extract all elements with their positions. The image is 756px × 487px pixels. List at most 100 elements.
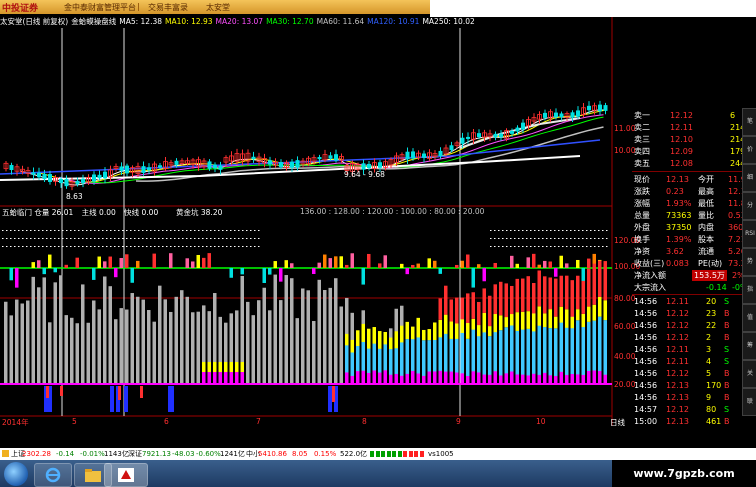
- ind1-bar-up: [565, 263, 569, 268]
- side-tab[interactable]: 指: [742, 276, 756, 304]
- ref-dot: [154, 230, 156, 231]
- ind2-gray-bar: [48, 322, 52, 384]
- ind2-cyan-bar: [493, 332, 497, 372]
- strength-segment: [386, 451, 391, 457]
- ind1-bar-up: [510, 255, 514, 268]
- ind2-yellow-bar: [229, 362, 233, 372]
- side-tab[interactable]: 笔: [742, 108, 756, 136]
- ind2-red-spike: [118, 386, 121, 400]
- candle-body: [317, 157, 322, 160]
- ref-dot: [6, 246, 8, 247]
- side-tab[interactable]: 关: [742, 360, 756, 388]
- tick-price: 12.12: [666, 321, 689, 330]
- ind2-gray-bar: [180, 290, 184, 384]
- ind2-magenta-bar: [235, 372, 239, 384]
- ref-dot: [194, 238, 196, 239]
- ind2-red-bar: [477, 301, 481, 326]
- ind2-yellow-bar: [345, 333, 349, 346]
- ind2-yellow-bar: [587, 306, 591, 322]
- ref-dot: [34, 246, 36, 247]
- ref-dot: [506, 230, 508, 231]
- ind2-cyan-bar: [565, 327, 569, 375]
- panel-divider: [632, 294, 756, 295]
- market-strength-bar: [370, 451, 426, 457]
- ind2-magenta-bar: [444, 371, 448, 384]
- ref-dot: [598, 230, 600, 231]
- menu-stock-name[interactable]: 太安堂: [206, 2, 230, 13]
- candle-body: [59, 178, 63, 184]
- tick-volume: 23: [706, 309, 717, 318]
- ref-dot: [86, 246, 88, 247]
- ind2-red-bar: [499, 281, 503, 316]
- sh-change: -0.14: [56, 450, 75, 458]
- ref-dot: [254, 238, 256, 239]
- ref-dot: [538, 238, 540, 239]
- side-tab[interactable]: 值: [742, 304, 756, 332]
- menu-trade-record[interactable]: 交易丰富录: [148, 2, 188, 13]
- tick-direction: B: [724, 333, 730, 342]
- side-tab[interactable]: 筹: [742, 332, 756, 360]
- ind2-gray-bar: [334, 278, 338, 384]
- strength-segment: [397, 451, 402, 457]
- side-tab[interactable]: 价: [742, 136, 756, 164]
- period-label[interactable]: 日线: [610, 417, 625, 428]
- ind1-bar-down: [482, 268, 486, 282]
- white-header-strip: [430, 0, 756, 17]
- ref-dot: [602, 230, 604, 231]
- range-annotation: 9.64 - 9.68: [344, 170, 385, 179]
- stat-label: 流通: [698, 247, 714, 256]
- ind2-gray-bar: [246, 301, 250, 384]
- start-button[interactable]: [4, 462, 28, 486]
- side-tab[interactable]: 细: [742, 164, 756, 192]
- candle-body: [449, 145, 454, 151]
- ind2-magenta-bar: [345, 372, 349, 384]
- ind2-yellow-bar: [444, 314, 448, 334]
- ref-dot: [74, 246, 76, 247]
- ind2-cyan-bar: [433, 340, 437, 372]
- ref-dot: [98, 246, 100, 247]
- candle-body: [405, 151, 410, 160]
- ref-dot: [142, 246, 144, 247]
- ref-dot: [502, 246, 504, 247]
- ind2-magenta-bar: [361, 370, 365, 384]
- side-tab[interactable]: 分: [742, 192, 756, 220]
- ind2-cyan-bar: [532, 331, 536, 374]
- ind2-magenta-bar: [493, 371, 497, 384]
- ind1-bar-down: [405, 268, 409, 275]
- ref-dot: [62, 246, 64, 247]
- side-tab-strip: 笔价细分 RSI 势指值筹关联: [742, 108, 756, 428]
- ask-vol: 6: [730, 111, 736, 120]
- candlestick-chart-area[interactable]: [0, 16, 632, 426]
- ind1-bar-up: [196, 254, 200, 268]
- ind1-bar-down: [438, 268, 442, 274]
- ind2-yellow-bar: [477, 325, 481, 337]
- ref-dot: [526, 238, 528, 239]
- ind2-magenta-bar: [504, 373, 508, 384]
- ind2-yellow-bar: [422, 329, 426, 341]
- ref-dot: [566, 238, 568, 239]
- ind2-red-bar: [438, 298, 442, 320]
- ind1-bar-up: [455, 264, 459, 268]
- ref-dot: [542, 238, 544, 239]
- ind2-magenta-bar: [449, 371, 453, 384]
- ind2-magenta-bar: [499, 375, 503, 384]
- ref-dot: [54, 230, 56, 231]
- side-tab[interactable]: RSI: [742, 220, 756, 248]
- tick-volume: 5: [706, 369, 712, 378]
- ref-dot: [170, 238, 172, 239]
- ref-dot: [586, 238, 588, 239]
- taskbar-ie-button[interactable]: [34, 463, 72, 487]
- stat-value: 1.93%: [666, 199, 692, 208]
- ref-dot: [534, 238, 536, 239]
- ind2-yellow-bar: [235, 362, 239, 372]
- taskbar-trading-app-button[interactable]: [104, 463, 148, 487]
- ref-dot: [490, 230, 492, 231]
- tick-volume: 4: [706, 357, 712, 366]
- ind2-gray-bar: [119, 308, 123, 384]
- side-tab[interactable]: 联: [742, 388, 756, 416]
- ref-dot: [554, 230, 556, 231]
- candle-body: [361, 163, 366, 170]
- ref-dot: [126, 238, 128, 239]
- side-tab[interactable]: 势: [742, 248, 756, 276]
- windows-taskbar: [0, 460, 612, 487]
